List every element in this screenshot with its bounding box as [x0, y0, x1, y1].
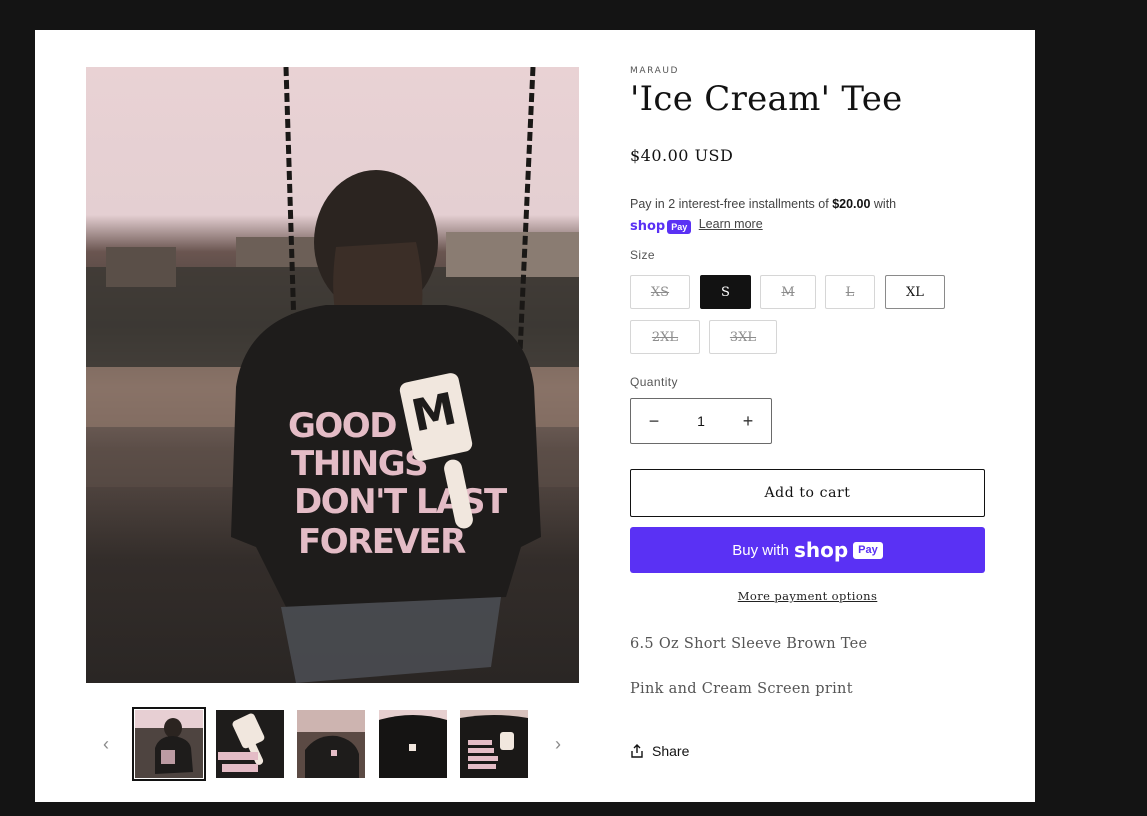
thumbnail-1[interactable]: [132, 707, 206, 781]
add-to-cart-button[interactable]: Add to cart: [630, 469, 985, 517]
thumbnail-5[interactable]: [460, 710, 528, 778]
vendor-name: MARAUD: [630, 66, 680, 76]
shop-pay-button-shop-word: shop: [793, 538, 849, 562]
learn-more-link[interactable]: Learn more: [699, 217, 763, 231]
thumbnail-3[interactable]: [297, 710, 365, 778]
quantity-input[interactable]: [679, 412, 723, 430]
share-icon: [631, 744, 643, 758]
description-line-1: 6.5 Oz Short Sleeve Brown Tee: [630, 636, 868, 652]
thumbnail-strip: ‹ ›: [86, 707, 579, 781]
installment-amount: $20.00: [832, 197, 871, 211]
thumbnail-4[interactable]: [379, 710, 447, 778]
thumbnail-next-arrow[interactable]: ›: [548, 734, 568, 754]
description-line-2: Pink and Cream Screen print: [630, 681, 853, 697]
shop-pay-logo: shop Pay: [630, 217, 692, 237]
quantity-increase-button[interactable]: +: [725, 399, 771, 443]
size-option-3xl[interactable]: 3XL: [709, 320, 777, 354]
product-page: GOOD THINGS DON'T LAST FOREVER M ‹ › MAR…: [35, 30, 1035, 802]
print-line-3: DON'T LAST: [294, 482, 508, 522]
quantity-stepper: − +: [630, 398, 772, 444]
shop-pay-button-pay-badge: Pay: [853, 541, 883, 559]
size-option-s[interactable]: S: [700, 275, 751, 309]
size-option-2xl[interactable]: 2XL: [630, 320, 700, 354]
share-button[interactable]: Share: [630, 743, 689, 759]
size-option-m[interactable]: M: [760, 275, 816, 309]
share-label: Share: [652, 743, 690, 759]
installments-prefix: Pay in 2 interest-free installments of: [630, 197, 833, 211]
more-payment-options-link[interactable]: More payment options: [630, 589, 985, 603]
size-option-l[interactable]: L: [825, 275, 875, 309]
shop-pay-shop-word: shop: [630, 219, 666, 234]
size-label: Size: [630, 248, 655, 262]
buy-with-shop-pay-button[interactable]: Buy with shop Pay: [630, 527, 985, 573]
installments-message: Pay in 2 interest-free installments of $…: [630, 194, 960, 237]
installments-suffix: with: [870, 197, 897, 211]
shop-pay-pay-badge: Pay: [667, 220, 692, 234]
thumbnail-2[interactable]: [216, 710, 284, 778]
print-line-4: FOREVER: [298, 522, 466, 562]
size-option-xs[interactable]: XS: [630, 275, 690, 309]
main-product-photo[interactable]: GOOD THINGS DON'T LAST FOREVER M: [86, 67, 579, 683]
quantity-decrease-button[interactable]: −: [631, 399, 677, 443]
product-title: 'Ice Cream' Tee: [630, 79, 903, 119]
quantity-label: Quantity: [630, 375, 678, 389]
buy-with-label: Buy with: [732, 541, 789, 559]
product-photo-illustration: GOOD THINGS DON'T LAST FOREVER M: [86, 67, 579, 683]
print-line-1: GOOD: [288, 406, 396, 446]
thumbnail-prev-arrow[interactable]: ‹: [96, 734, 116, 754]
size-option-xl[interactable]: XL: [885, 275, 945, 309]
print-line-2: THINGS: [291, 444, 427, 484]
product-price: $40.00 USD: [630, 146, 734, 165]
